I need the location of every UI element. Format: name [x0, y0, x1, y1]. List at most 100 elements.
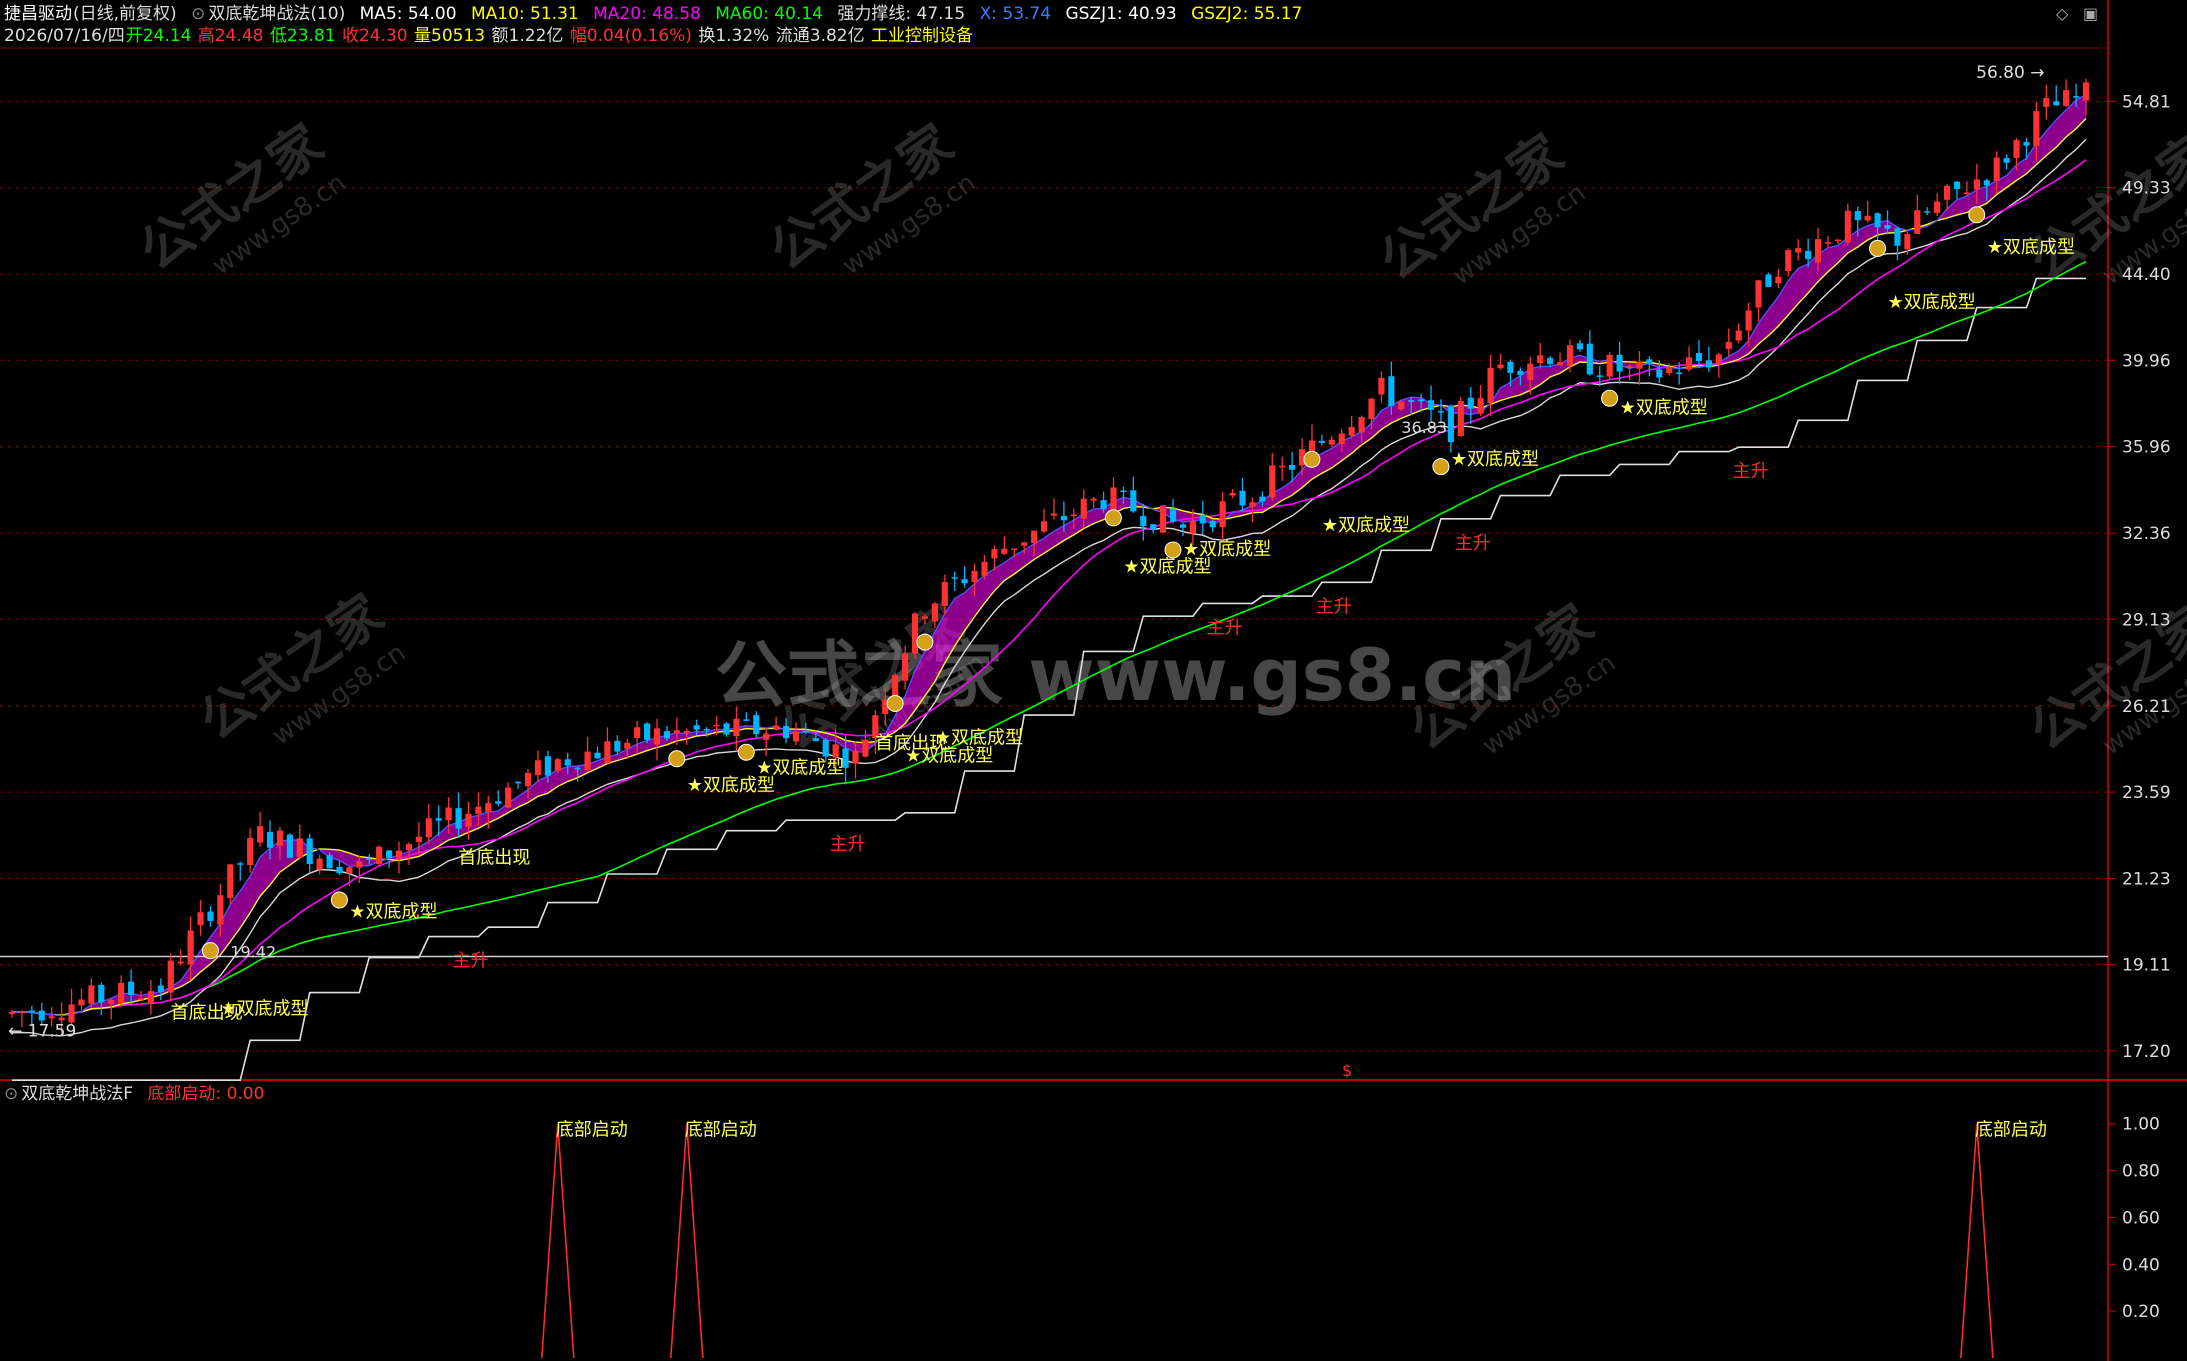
candle-body[interactable]: [753, 715, 760, 735]
candle-body[interactable]: [2063, 90, 2070, 106]
candle-body[interactable]: [1834, 239, 1841, 242]
candle-body[interactable]: [1943, 185, 1951, 200]
candle-body[interactable]: [445, 807, 452, 821]
chart-canvas[interactable]: 公式之家www.gs8.cn 公式之家www.gs8.cn 公式之家www.gs8.…: [0, 0, 2187, 1361]
candle-body[interactable]: [653, 728, 661, 745]
candle-body[interactable]: [673, 730, 680, 734]
candle-body[interactable]: [1695, 353, 1703, 362]
candle-body[interactable]: [128, 981, 135, 995]
candle-body[interactable]: [2013, 140, 2020, 158]
candle-body[interactable]: [1795, 248, 1802, 253]
candle-body[interactable]: [1894, 228, 1901, 246]
candle-body[interactable]: [1388, 376, 1395, 407]
double-bottom-signal[interactable]: ★双底成型: [1620, 397, 1708, 418]
candle-body[interactable]: [1854, 211, 1861, 221]
candle-body[interactable]: [1547, 357, 1554, 365]
candle-body[interactable]: [564, 759, 571, 766]
candle-body[interactable]: [2003, 158, 2010, 163]
candle-body[interactable]: [425, 818, 432, 838]
candle-body[interactable]: [1586, 343, 1593, 375]
candle-body[interactable]: [1289, 464, 1296, 470]
candle-body[interactable]: [1904, 234, 1911, 250]
candle-body[interactable]: [604, 741, 611, 764]
candle-body[interactable]: [663, 731, 671, 739]
double-bottom-signal[interactable]: ★双底成型: [1987, 237, 2075, 258]
candle-body[interactable]: [554, 759, 561, 771]
candle-body[interactable]: [1983, 180, 1990, 186]
candle-body[interactable]: [802, 730, 809, 733]
candle-body[interactable]: [227, 864, 234, 899]
candle-body[interactable]: [1418, 399, 1425, 402]
candle-body[interactable]: [237, 863, 244, 865]
candle-body[interactable]: [614, 740, 621, 752]
candle-body[interactable]: [386, 850, 393, 858]
candle-body[interactable]: [1318, 440, 1325, 443]
candle-body[interactable]: [405, 844, 413, 851]
candle-body[interactable]: [147, 991, 155, 1004]
candle-body[interactable]: [1755, 280, 1762, 308]
candle-body[interactable]: [1556, 362, 1564, 366]
candle-body[interactable]: [1209, 520, 1216, 528]
candle-body[interactable]: [1715, 354, 1722, 365]
candle-body[interactable]: [713, 724, 720, 727]
candle-body[interactable]: [1358, 417, 1365, 433]
candle-body[interactable]: [257, 826, 264, 843]
candle-body[interactable]: [336, 866, 343, 874]
double-bottom-signal[interactable]: ★双底成型: [1888, 292, 1976, 313]
candle-body[interactable]: [862, 739, 869, 757]
diamond-icon[interactable]: ◇: [2056, 4, 2068, 23]
candle-body[interactable]: [1467, 397, 1474, 409]
candle-body[interactable]: [1497, 364, 1504, 369]
candle-body[interactable]: [1616, 354, 1623, 372]
candle-body[interactable]: [515, 781, 522, 784]
candle-body[interactable]: [1765, 274, 1772, 287]
candle-body[interactable]: [1090, 498, 1097, 501]
candle-body[interactable]: [316, 858, 323, 870]
candle-body[interactable]: [1735, 330, 1742, 341]
candle-body[interactable]: [1179, 524, 1187, 528]
candle-body[interactable]: [1427, 400, 1435, 410]
candle-body[interactable]: [1973, 179, 1980, 190]
candle-body[interactable]: [1576, 343, 1583, 350]
candle-body[interactable]: [1398, 401, 1405, 410]
candle-body[interactable]: [1100, 500, 1107, 510]
candle-body[interactable]: [1517, 370, 1524, 376]
candle-body[interactable]: [1378, 377, 1385, 395]
stock-name[interactable]: 捷昌驱动: [4, 4, 72, 24]
candle-body[interactable]: [1487, 367, 1494, 404]
window-toggle-icon[interactable]: ▣: [2083, 4, 2098, 23]
candle-body[interactable]: [118, 982, 125, 1004]
candle-body[interactable]: [911, 613, 919, 654]
candle-body[interactable]: [921, 616, 929, 619]
candle-body[interactable]: [574, 767, 581, 770]
candle-body[interactable]: [1606, 354, 1613, 377]
candle-body[interactable]: [1239, 490, 1246, 506]
candle-body[interactable]: [1537, 355, 1544, 363]
candle-body[interactable]: [1725, 341, 1732, 350]
candle-body[interactable]: [743, 719, 750, 721]
candle-body[interactable]: [356, 861, 363, 868]
candle-body[interactable]: [78, 999, 85, 1006]
candle-body[interactable]: [1437, 411, 1445, 413]
candle-body[interactable]: [306, 838, 313, 865]
candle-body[interactable]: [1934, 201, 1941, 213]
candle-body[interactable]: [177, 961, 184, 964]
candle-body[interactable]: [1685, 357, 1693, 370]
candle-body[interactable]: [1199, 515, 1206, 524]
candle-body[interactable]: [1001, 548, 1008, 554]
candle-body[interactable]: [207, 911, 214, 921]
candle-body[interactable]: [197, 912, 204, 926]
candle-body[interactable]: [1527, 363, 1534, 380]
candle-body[interactable]: [8, 1011, 16, 1014]
indicator-collapse-icon[interactable]: ⊙: [191, 4, 205, 24]
candle-body[interactable]: [1507, 361, 1514, 373]
candle-body[interactable]: [1666, 368, 1673, 374]
candle-body[interactable]: [1021, 542, 1028, 546]
candle-body[interactable]: [931, 603, 938, 622]
candle-body[interactable]: [1914, 210, 1921, 234]
candle-body[interactable]: [971, 570, 978, 582]
double-bottom-signal[interactable]: ★双底成型: [935, 727, 1023, 748]
candle-body[interactable]: [1844, 210, 1851, 243]
candle-body[interactable]: [902, 653, 909, 681]
candle-body[interactable]: [1080, 498, 1087, 519]
